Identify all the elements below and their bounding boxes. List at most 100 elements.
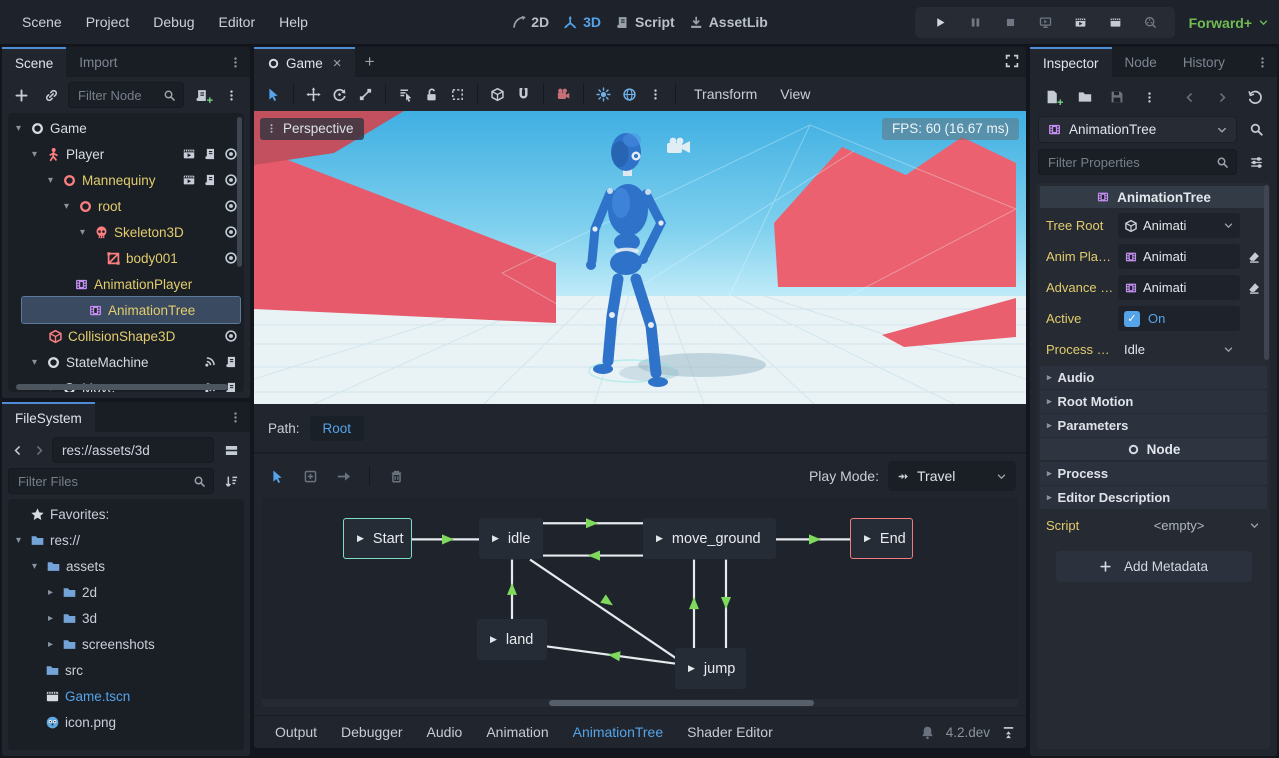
collapse-chevron[interactable]: ▾ bbox=[28, 149, 41, 160]
preview-camera-button[interactable] bbox=[551, 82, 576, 107]
list-select-button[interactable] bbox=[393, 82, 418, 107]
nav-back-button[interactable] bbox=[8, 437, 26, 463]
fs-row-screenshots[interactable]: ▸ screenshots bbox=[8, 631, 244, 657]
transform-menu[interactable]: Transform bbox=[683, 82, 768, 106]
instanced-scene-icon[interactable] bbox=[182, 147, 196, 161]
filter-files-input[interactable] bbox=[16, 473, 188, 490]
add-metadata-button[interactable]: Add Metadata bbox=[1056, 551, 1252, 582]
save-resource-button[interactable] bbox=[1105, 84, 1129, 110]
group-audio[interactable]: ▸Audio bbox=[1040, 366, 1267, 389]
collapse-chevron[interactable]: ▾ bbox=[60, 201, 73, 212]
current-path-field[interactable] bbox=[52, 437, 214, 463]
tree-root-resource-picker[interactable]: Animati bbox=[1118, 213, 1240, 238]
group-selected-button[interactable] bbox=[445, 82, 470, 107]
pause-button[interactable] bbox=[962, 10, 988, 36]
panel-animationtree[interactable]: AnimationTree bbox=[562, 719, 675, 745]
group-process[interactable]: ▸Process bbox=[1040, 462, 1267, 485]
graph-horizontal-scrollbar[interactable] bbox=[262, 699, 1018, 707]
new-resource-button[interactable]: + bbox=[1040, 84, 1064, 110]
state-node-start[interactable]: ▶Start bbox=[343, 518, 412, 559]
advance-expression-picker[interactable]: Animati bbox=[1118, 275, 1240, 300]
tree-row-body001[interactable]: body001 bbox=[8, 245, 244, 271]
workspace-assetlib-button[interactable]: AssetLib bbox=[689, 14, 768, 30]
move-mode-button[interactable] bbox=[301, 82, 326, 107]
tree-row-skeleton3d[interactable]: ▾ Skeleton3D bbox=[8, 219, 244, 245]
new-scene-tab-button[interactable]: + bbox=[355, 47, 385, 77]
instance-scene-button[interactable] bbox=[38, 82, 64, 108]
fs-row-src[interactable]: src bbox=[8, 657, 244, 683]
workspace-2d-button[interactable]: 2D bbox=[511, 14, 549, 30]
dock-menu-icon[interactable] bbox=[221, 47, 250, 77]
path-root-button[interactable]: Root bbox=[310, 416, 365, 441]
fs-row-res[interactable]: ▾ res:// bbox=[8, 527, 244, 553]
tree-row-root[interactable]: ▾ root bbox=[8, 193, 244, 219]
lock-selected-button[interactable] bbox=[419, 82, 444, 107]
edited-object-select[interactable]: AnimationTree bbox=[1038, 116, 1237, 143]
workspace-3d-button[interactable]: 3D bbox=[563, 14, 601, 30]
instanced-scene-icon[interactable] bbox=[182, 173, 196, 187]
scale-mode-button[interactable] bbox=[353, 82, 378, 107]
open-documentation-button[interactable] bbox=[1243, 117, 1269, 143]
panel-animation[interactable]: Animation bbox=[475, 719, 559, 745]
scene-tree-menu-icon[interactable] bbox=[218, 82, 244, 108]
filter-files-field[interactable] bbox=[8, 468, 214, 494]
filter-properties-input[interactable] bbox=[1046, 154, 1211, 171]
menu-project[interactable]: Project bbox=[76, 9, 140, 35]
fs-row-assets[interactable]: ▾ assets bbox=[8, 553, 244, 579]
current-path-input[interactable] bbox=[60, 442, 206, 459]
scene-tree-vertical-scrollbar[interactable] bbox=[237, 117, 242, 267]
nav-forward-button[interactable] bbox=[30, 437, 48, 463]
rotate-mode-button[interactable] bbox=[327, 82, 352, 107]
play-scene-button[interactable] bbox=[1067, 10, 1093, 36]
resource-extra-menu-icon[interactable] bbox=[1137, 84, 1161, 110]
sm-delete-button[interactable] bbox=[383, 463, 409, 489]
visibility-icon[interactable] bbox=[224, 329, 238, 343]
tree-row-collisionshape3d[interactable]: CollisionShape3D bbox=[8, 323, 244, 349]
menu-editor[interactable]: Editor bbox=[209, 9, 266, 35]
tree-row-game[interactable]: ▾ Game bbox=[8, 115, 244, 141]
menu-scene[interactable]: Scene bbox=[12, 9, 72, 35]
collapse-chevron[interactable]: ▾ bbox=[44, 175, 57, 186]
collapse-chevron[interactable]: ▾ bbox=[28, 357, 41, 368]
clear-property-button[interactable] bbox=[1244, 281, 1264, 295]
tab-history[interactable]: History bbox=[1170, 47, 1238, 77]
dock-menu-icon[interactable] bbox=[1248, 47, 1277, 77]
expand-bottom-panel-icon[interactable] bbox=[1001, 725, 1016, 740]
view-menu[interactable]: View bbox=[769, 82, 821, 106]
fs-row-icon-png[interactable]: icon.png bbox=[8, 709, 244, 735]
scene-tab-game[interactable]: Game × bbox=[254, 47, 355, 77]
sm-select-tool-button[interactable] bbox=[264, 463, 290, 489]
panel-output[interactable]: Output bbox=[264, 719, 328, 745]
3d-viewport[interactable]: Perspective FPS: 60 (16.67 ms) bbox=[254, 111, 1026, 404]
collapse-chevron[interactable]: ▾ bbox=[12, 535, 25, 546]
tree-row-mannequiny[interactable]: ▾ Mannequiny bbox=[8, 167, 244, 193]
script-picker[interactable]: <empty> bbox=[1118, 518, 1240, 533]
play-mode-select[interactable]: Travel bbox=[888, 461, 1016, 491]
tab-scene[interactable]: Scene bbox=[2, 47, 66, 77]
toggle-environment-button[interactable] bbox=[617, 82, 642, 107]
statemachine-graph[interactable]: ▶Start ▶idle ▶move_ground ▶End ▶land ▶ju… bbox=[262, 498, 1018, 707]
stop-button[interactable] bbox=[997, 10, 1023, 36]
tree-row-statemachine[interactable]: ▾ StateMachine bbox=[8, 349, 244, 375]
visibility-icon[interactable] bbox=[224, 225, 238, 239]
state-node-jump[interactable]: ▶jump bbox=[675, 648, 746, 689]
signal-icon[interactable] bbox=[203, 355, 217, 369]
active-toggle[interactable]: ✓ On bbox=[1118, 306, 1240, 331]
dock-menu-icon[interactable] bbox=[221, 402, 250, 432]
fs-row-favorites[interactable]: Favorites: bbox=[8, 501, 244, 527]
visibility-icon[interactable] bbox=[224, 251, 238, 265]
expand-chevron[interactable]: ▸ bbox=[44, 639, 57, 650]
state-node-land[interactable]: ▶land bbox=[477, 619, 547, 660]
sm-connect-nodes-button[interactable] bbox=[330, 463, 356, 489]
group-editor-description[interactable]: ▸Editor Description bbox=[1040, 486, 1267, 509]
renderer-selector[interactable]: Forward+ bbox=[1189, 0, 1269, 45]
local-space-button[interactable] bbox=[485, 82, 510, 107]
split-view-button[interactable] bbox=[218, 437, 244, 463]
expand-chevron[interactable]: ▸ bbox=[44, 613, 57, 624]
snap-mode-button[interactable] bbox=[511, 82, 536, 107]
group-root-motion[interactable]: ▸Root Motion bbox=[1040, 390, 1267, 413]
visibility-icon[interactable] bbox=[224, 173, 238, 187]
expand-chevron[interactable]: ▸ bbox=[44, 587, 57, 598]
checkbox-checked-icon[interactable]: ✓ bbox=[1124, 311, 1140, 327]
anim-player-picker[interactable]: Animati bbox=[1118, 244, 1240, 269]
